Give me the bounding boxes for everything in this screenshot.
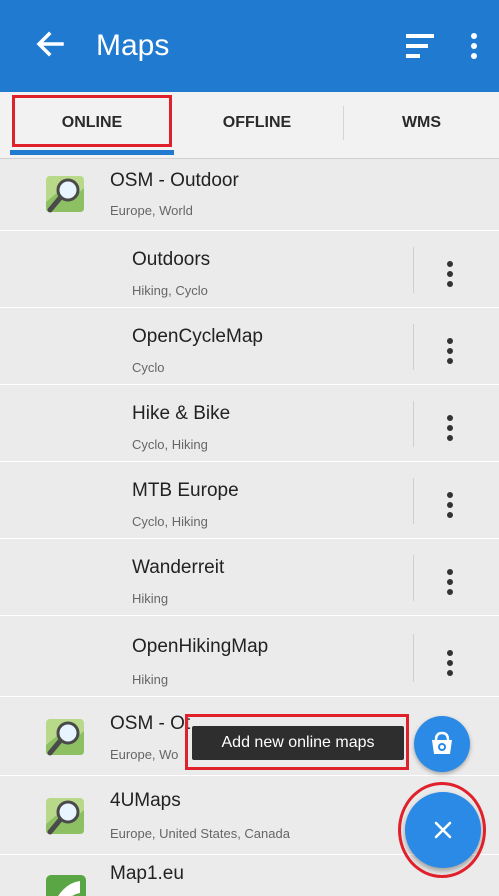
tab-wms[interactable]: WMS bbox=[344, 92, 499, 154]
list-item-outdoors[interactable]: Outdoors Hiking, Cyclo bbox=[0, 231, 499, 307]
list-item-hike-bike[interactable]: Hike & Bike Cyclo, Hiking bbox=[0, 385, 499, 461]
map-tags: Hiking bbox=[132, 672, 169, 687]
page-title: Maps bbox=[96, 29, 170, 62]
tab-bar: ONLINE OFFLINE WMS bbox=[0, 92, 499, 159]
map-tags: Cyclo bbox=[132, 360, 165, 375]
store-basket-icon bbox=[432, 731, 452, 754]
fab-highlight bbox=[398, 782, 486, 878]
map-tags: Hiking, Cyclo bbox=[132, 283, 208, 298]
item-menu-icon[interactable] bbox=[440, 259, 460, 289]
add-online-maps-button[interactable] bbox=[414, 716, 470, 772]
group-name: OSM - Outdoor bbox=[110, 170, 239, 191]
map-group-osm-outdoor[interactable]: OSM - Outdoor Europe, World bbox=[0, 158, 499, 230]
map-name: OpenHikingMap bbox=[132, 636, 269, 657]
back-arrow-icon[interactable] bbox=[32, 24, 68, 64]
list-item-openhikingmap[interactable]: OpenHikingMap Hiking bbox=[0, 616, 499, 696]
item-menu-icon[interactable] bbox=[440, 648, 460, 678]
map-name: OpenCycleMap bbox=[132, 326, 263, 347]
selected-tab-indicator bbox=[10, 150, 174, 155]
map-magnifier-icon bbox=[46, 798, 84, 835]
list-item-wanderreit[interactable]: Wanderreit Hiking bbox=[0, 539, 499, 615]
group-name: OSM - Ot bbox=[110, 713, 191, 734]
item-menu-icon[interactable] bbox=[440, 336, 460, 366]
map-name: Outdoors bbox=[132, 249, 211, 270]
item-menu-icon[interactable] bbox=[440, 567, 460, 597]
map-tags: Cyclo, Hiking bbox=[132, 437, 208, 452]
map-name: Wanderreit bbox=[132, 557, 225, 578]
tab-online[interactable]: ONLINE bbox=[14, 92, 170, 154]
item-separator bbox=[413, 324, 414, 370]
item-separator bbox=[413, 401, 414, 447]
map-tags: Hiking bbox=[132, 591, 169, 606]
tooltip-highlight bbox=[185, 714, 409, 770]
more-vert-icon[interactable] bbox=[466, 28, 482, 64]
sort-icon[interactable] bbox=[404, 28, 436, 64]
item-separator bbox=[413, 634, 414, 682]
list-item-mtb-europe[interactable]: MTB Europe Cyclo, Hiking bbox=[0, 462, 499, 538]
group-region: Europe, Wo bbox=[110, 747, 179, 762]
group-region: Europe, World bbox=[110, 203, 193, 218]
map-tags: Cyclo, Hiking bbox=[132, 514, 208, 529]
map-magnifier-icon bbox=[46, 719, 84, 756]
item-separator bbox=[413, 247, 414, 293]
item-separator bbox=[413, 478, 414, 524]
item-menu-icon[interactable] bbox=[440, 413, 460, 443]
map-magnifier-icon bbox=[46, 176, 84, 213]
map-name: Hike & Bike bbox=[132, 403, 231, 424]
item-menu-icon[interactable] bbox=[440, 490, 460, 520]
group-name: Map1.eu bbox=[110, 863, 184, 884]
map1-logo-icon bbox=[46, 875, 86, 896]
app-toolbar: Maps bbox=[0, 0, 499, 92]
group-name: 4UMaps bbox=[110, 790, 181, 811]
tab-offline[interactable]: OFFLINE bbox=[172, 92, 342, 154]
item-separator bbox=[413, 555, 414, 601]
map-name: MTB Europe bbox=[132, 480, 239, 501]
group-region: Europe, United States, Canada bbox=[110, 826, 290, 841]
list-item-opencyclemap[interactable]: OpenCycleMap Cyclo bbox=[0, 308, 499, 384]
